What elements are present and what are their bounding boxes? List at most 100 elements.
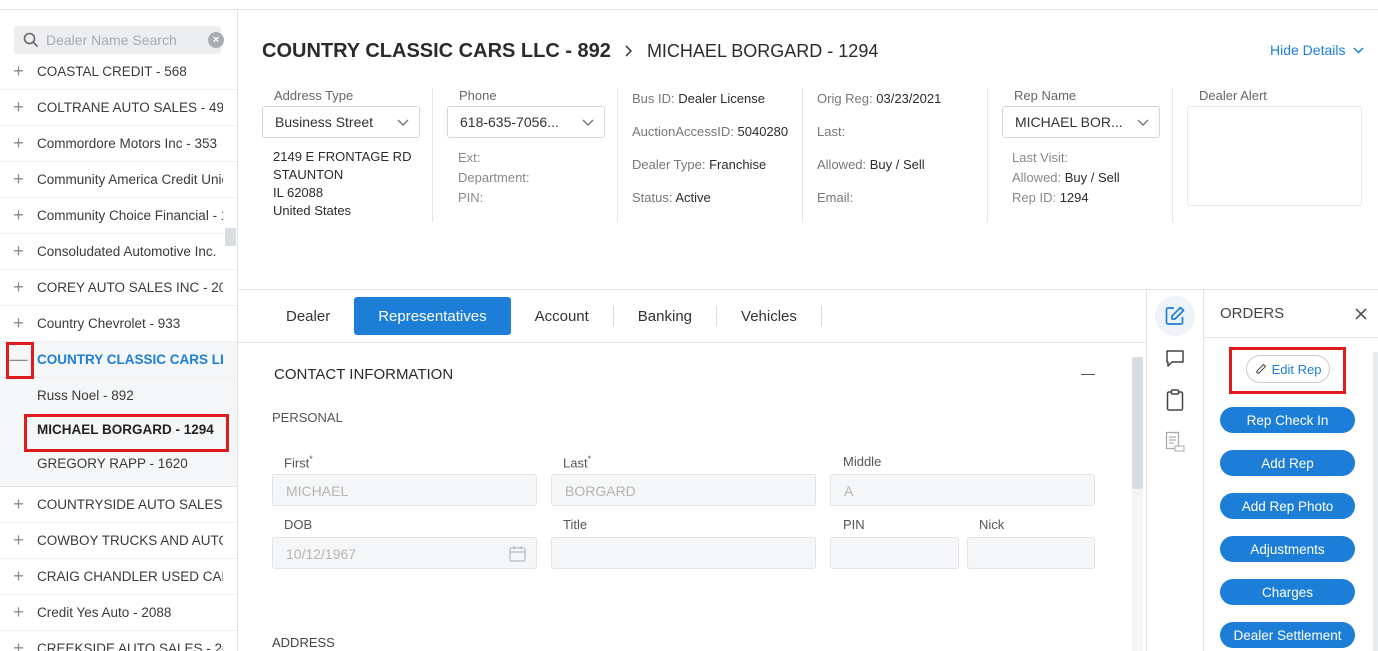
expand-icon[interactable]: + xyxy=(0,530,37,551)
phone-column: Phone 618-635-7056... Ext: Department: P… xyxy=(447,88,605,208)
department-label: Department: xyxy=(458,170,530,185)
first-name-field[interactable]: MICHAEL xyxy=(272,474,537,506)
address-type-value: Business Street xyxy=(275,114,374,130)
middle-name-field[interactable]: A xyxy=(830,474,1095,506)
dealer-item-active[interactable]: — COUNTRY CLASSIC CARS LLC xyxy=(0,342,237,378)
phone-label: Phone xyxy=(459,88,497,103)
dealer-item[interactable]: + COUNTRYSIDE AUTO SALES C xyxy=(0,487,237,523)
dealer-item[interactable]: + Credit Yes Auto - 2088 xyxy=(0,595,237,631)
expand-icon[interactable]: + xyxy=(0,205,37,226)
email: Email: xyxy=(817,190,977,223)
dealer-alert-column: Dealer Alert xyxy=(1187,88,1362,206)
dealer-item[interactable]: + COLTRANE AUTO SALES - 492 xyxy=(0,90,237,126)
clear-search-icon[interactable]: × xyxy=(208,32,224,48)
bus-id: Bus ID: Dealer License xyxy=(632,91,792,124)
expand-icon[interactable]: + xyxy=(0,61,37,82)
expand-icon[interactable]: + xyxy=(0,313,37,334)
tab-dealer[interactable]: Dealer xyxy=(262,297,354,335)
dealer-item[interactable]: + COWBOY TRUCKS AND AUTO xyxy=(0,523,237,559)
calendar-icon[interactable] xyxy=(509,545,526,562)
tab-account[interactable]: Account xyxy=(511,297,613,335)
last-label: Last: xyxy=(817,124,846,139)
collapse-section-icon[interactable] xyxy=(1081,374,1095,375)
expand-icon[interactable]: + xyxy=(0,566,37,587)
dealer-item[interactable]: + CRAIG CHANDLER USED CAR xyxy=(0,559,237,595)
divider xyxy=(1172,88,1173,222)
orders-scrollbar[interactable] xyxy=(1373,352,1378,651)
rep-column: Rep Name MICHAEL BOR... Last Visit: Allo… xyxy=(1002,88,1160,208)
expand-icon[interactable]: + xyxy=(0,169,37,190)
hide-details-link[interactable]: Hide Details xyxy=(1270,42,1365,58)
address-column: Address Type Business Street 2149 E FRON… xyxy=(262,88,420,220)
chevron-down-icon xyxy=(1137,119,1149,126)
rep-name-value: MICHAEL BOR... xyxy=(1015,114,1123,130)
dealer-alert-box[interactable] xyxy=(1187,106,1362,206)
expand-icon[interactable]: + xyxy=(0,494,37,515)
edit-tool[interactable] xyxy=(1155,296,1195,336)
dealer-item[interactable]: + Country Chevrolet - 933 xyxy=(0,306,237,342)
tab-vehicles[interactable]: Vehicles xyxy=(717,297,821,335)
form-scrollbar[interactable] xyxy=(1132,357,1143,489)
adjustments-button[interactable]: Adjustments xyxy=(1220,536,1355,562)
orig-reg: Orig Reg: 03/23/2021 xyxy=(817,91,977,124)
dealer-item[interactable]: + Community America Credit Union xyxy=(0,162,237,198)
expand-icon[interactable]: + xyxy=(0,638,37,651)
address-section-title: ADDRESS xyxy=(272,635,335,650)
tool-strip xyxy=(1146,290,1204,651)
dealer-item[interactable]: + CREEKSIDE AUTO SALES - 206 xyxy=(0,631,237,651)
charges-button[interactable]: Charges xyxy=(1220,579,1355,605)
phone-select[interactable]: 618-635-7056... xyxy=(447,106,605,138)
dealer-item[interactable]: + COREY AUTO SALES INC - 209 xyxy=(0,270,237,306)
dealer-item[interactable]: + COASTAL CREDIT - 568 xyxy=(0,54,237,90)
address-type-select[interactable]: Business Street xyxy=(262,106,420,138)
expand-icon[interactable]: + xyxy=(0,241,37,262)
add-rep-photo-button[interactable]: Add Rep Photo xyxy=(1220,493,1355,519)
dealer-item-label: Community Choice Financial - 1 xyxy=(37,208,223,223)
middle-label: Middle xyxy=(843,454,882,469)
title-field[interactable] xyxy=(551,537,816,569)
dealer-item[interactable]: + Community Choice Financial - 1 xyxy=(0,198,237,234)
item-list-tool[interactable] xyxy=(1155,422,1195,462)
dealer-item[interactable]: + Consoludated Automotive Inc. xyxy=(0,234,237,270)
dealer-title: COUNTRY CLASSIC CARS LLC - 892 xyxy=(262,39,611,62)
clipboard-icon xyxy=(1166,389,1184,411)
registration-column: Orig Reg: 03/23/2021 Last: Allowed: Buy … xyxy=(817,91,977,223)
first-label: First* xyxy=(284,454,313,470)
nick-field[interactable] xyxy=(967,537,1095,569)
phone-value: 618-635-7056... xyxy=(460,114,559,130)
rep-name-select[interactable]: MICHAEL BOR... xyxy=(1002,106,1160,138)
rep-name-label: Rep Name xyxy=(1014,88,1077,103)
pin-label: PIN: xyxy=(458,190,484,205)
close-icon[interactable] xyxy=(1354,307,1368,321)
rep-check-in-button[interactable]: Rep Check In xyxy=(1220,407,1355,433)
pin-label: PIN xyxy=(843,517,865,532)
rep-item[interactable]: Russ Noel - 892 xyxy=(0,378,237,412)
highlight-collapse-box xyxy=(6,342,34,379)
highlight-rep-box xyxy=(24,414,229,452)
expand-icon[interactable]: + xyxy=(0,133,37,154)
required-mark: * xyxy=(309,454,313,464)
tab-representatives[interactable]: Representatives xyxy=(354,297,511,335)
pin-field[interactable] xyxy=(830,537,959,569)
add-rep-button[interactable]: Add Rep xyxy=(1220,450,1355,476)
tab-banking[interactable]: Banking xyxy=(614,297,716,335)
dob-field[interactable]: 10/12/1967 xyxy=(272,537,537,569)
auction-id: AuctionAccessID: 5040280 xyxy=(632,124,792,157)
clipboard-tool[interactable] xyxy=(1155,380,1195,420)
chevron-up-icon xyxy=(1353,46,1365,54)
dealer-settlement-button[interactable]: Dealer Settlement xyxy=(1220,622,1355,648)
rep-allowed-label: Allowed: xyxy=(1012,170,1062,185)
rep-allowed: Allowed: Buy / Sell xyxy=(1012,168,1160,188)
dealer-item[interactable]: + Commordore Motors Inc - 353 xyxy=(0,126,237,162)
dealer-search-input[interactable] xyxy=(46,29,196,51)
dealer-item-label: COREY AUTO SALES INC - 209 xyxy=(37,280,223,295)
expand-icon[interactable]: + xyxy=(0,602,37,623)
rep-allowed-value: Buy / Sell xyxy=(1064,170,1120,185)
title-label: Title xyxy=(563,517,588,532)
dealer-item-label: COUNTRY CLASSIC CARS LLC xyxy=(37,352,223,367)
expand-icon[interactable]: + xyxy=(0,97,37,118)
sidebar-scrollbar[interactable] xyxy=(225,228,236,246)
comment-tool[interactable] xyxy=(1155,338,1195,378)
expand-icon[interactable]: + xyxy=(0,277,37,298)
last-name-field[interactable]: BORGARD xyxy=(551,474,816,506)
